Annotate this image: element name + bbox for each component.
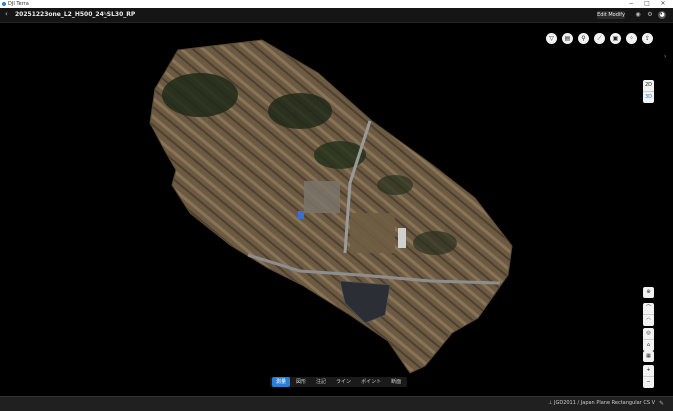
back-button[interactable]: ‹ (5, 10, 8, 18)
grid-control: ▦ (643, 351, 654, 362)
clearing (304, 181, 340, 213)
compass-control: ⊕ (643, 287, 654, 298)
navigation-tools: ⌒ ◠ (643, 303, 654, 326)
pointcloud-icon[interactable]: ⁘ (626, 33, 637, 44)
camera-tools: ◎ ⌂ (643, 328, 654, 351)
bottom-tool-tabs: 測量 図形 注記 ライン ポイント 断面 (270, 377, 408, 387)
project-name: 20251223one_L2_H500_24_SL30_RP (15, 11, 136, 18)
edit-mode-button[interactable]: Edit Modify (597, 11, 625, 19)
app-title: DJI Terra (8, 1, 29, 7)
compass-icon[interactable]: ⊕ (643, 287, 654, 298)
tab-measure[interactable]: 測量 (272, 377, 291, 387)
minimize-button[interactable]: − (625, 0, 637, 8)
grid-icon[interactable]: ▦ (643, 351, 654, 362)
orthomosaic-map (149, 39, 513, 374)
tree-cluster (377, 175, 413, 195)
edit-crs-icon[interactable]: ✎ (659, 399, 664, 408)
view-mode-toggle: 2D 3D (643, 80, 654, 103)
close-button[interactable]: ✕ (657, 0, 669, 8)
location-icon[interactable]: ⚲ (578, 33, 589, 44)
tree-cluster (162, 73, 238, 117)
map-viewport[interactable]: ▽ ▤ ⚲ ⟋ ▣ ⁘ ⇪ › 2D 3D ⊕ ⌒ ◠ ◎ ⌂ ▦ + − (0, 23, 673, 396)
zoom-in-button[interactable]: + (643, 365, 654, 377)
tree-cluster (413, 231, 457, 255)
settings-icon[interactable]: ⚙ (646, 11, 654, 19)
rename-icon[interactable]: ✎ (103, 11, 108, 18)
tab-annotation[interactable]: 注記 (312, 377, 330, 387)
layer-icon[interactable]: ▤ (562, 33, 573, 44)
tree-cluster (268, 93, 332, 129)
field-plot (350, 213, 395, 253)
tab-section[interactable]: 断面 (387, 377, 405, 387)
export-icon[interactable]: ⇪ (642, 33, 653, 44)
filter-icon[interactable]: ▽ (546, 33, 557, 44)
building (398, 228, 406, 248)
record-icon[interactable]: ◉ (634, 11, 642, 19)
tab-line[interactable]: ライン (332, 377, 355, 387)
view-mode-3d[interactable]: 3D (643, 92, 654, 103)
maximize-button[interactable]: □ (641, 0, 653, 8)
panel-collapse-icon[interactable]: › (664, 53, 666, 60)
app-logo-icon (2, 2, 6, 6)
tilt-down-icon[interactable]: ◠ (643, 315, 654, 326)
tab-shape[interactable]: 図形 (292, 377, 310, 387)
zoom-control: + − (643, 365, 654, 388)
tilt-up-icon[interactable]: ⌒ (643, 303, 654, 315)
zoom-out-button[interactable]: − (643, 377, 654, 388)
home-view-icon[interactable]: ⌂ (643, 340, 654, 351)
view-mode-2d[interactable]: 2D (643, 80, 654, 92)
window-titlebar: DJI Terra − □ ✕ (0, 0, 673, 8)
building (298, 211, 304, 219)
user-icon[interactable]: ◕ (658, 11, 666, 19)
focus-icon[interactable]: ◎ (643, 328, 654, 340)
tab-point[interactable]: ポイント (357, 377, 385, 387)
capture-icon[interactable]: ▣ (610, 33, 621, 44)
status-bar: ⊥ JGD2011 / Japan Plane Rectangular CS V… (0, 396, 673, 411)
project-toolbar: ‹ 20251223one_L2_H500_24_SL30_RP ✎ Edit … (0, 8, 673, 23)
measure-icon[interactable]: ⟋ (594, 33, 605, 44)
coordinate-system-label: ⊥ JGD2011 / Japan Plane Rectangular CS V (548, 400, 655, 406)
